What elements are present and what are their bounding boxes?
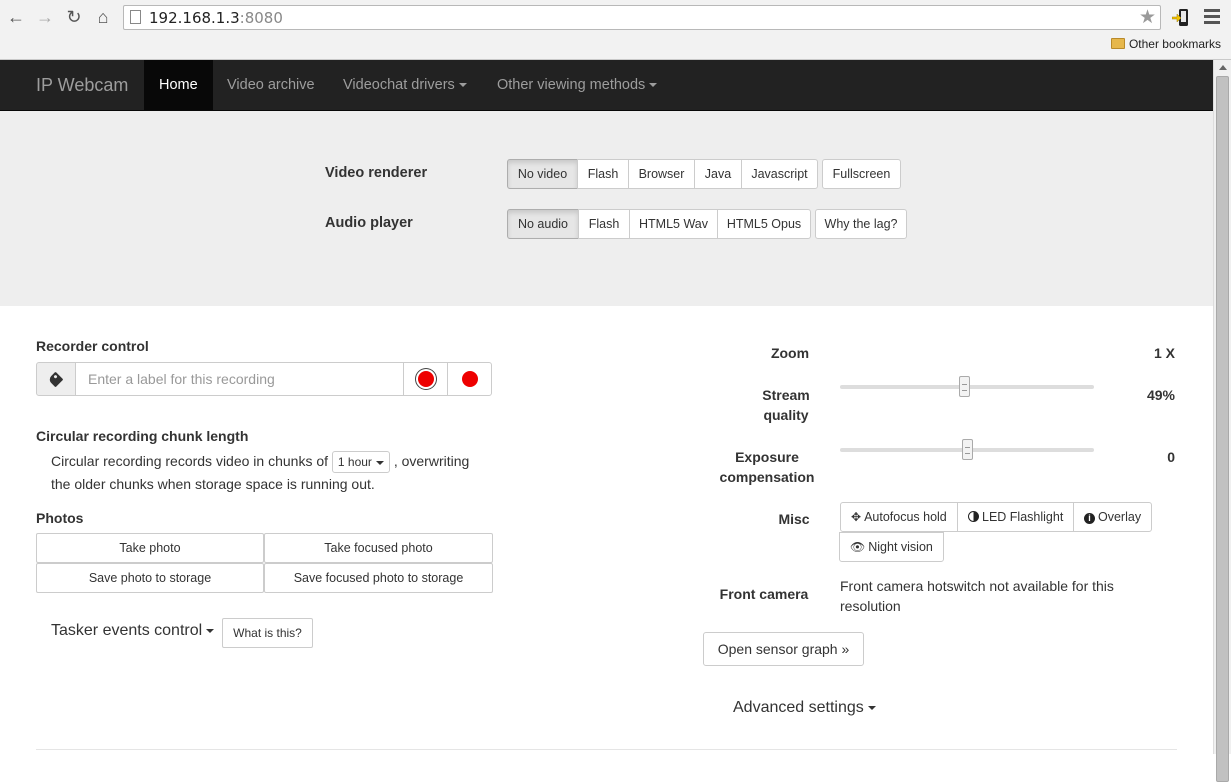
audio-no-audio[interactable]: No audio [507,209,579,239]
overlay-button[interactable]: i Overlay [1073,502,1152,532]
nav-videochat-drivers[interactable]: Videochat drivers [328,60,482,110]
renderer-browser[interactable]: Browser [628,159,695,189]
scroll-thumb[interactable] [1216,76,1229,782]
tasker-events-dropdown[interactable]: Tasker events control [51,622,215,640]
stream-quality-handle[interactable] [958,376,970,397]
brand[interactable]: IP Webcam [36,75,128,96]
why-lag-button[interactable]: Why the lag? [815,209,907,239]
exposure-handle[interactable] [961,439,973,460]
browser-menu-icon[interactable] [1204,9,1220,27]
record-dot-icon [462,371,478,387]
video-renderer-label: Video renderer [325,165,428,181]
folder-icon [1110,38,1125,49]
bookmark-star-icon[interactable]: ★ [1139,6,1156,29]
exposure-value: 0 [1167,449,1175,465]
recording-label-addon [36,362,76,396]
caret-down-icon [867,705,876,710]
address-bar[interactable]: 192.168.1.3:8080 ★ [123,5,1161,30]
browser-toolbar: ← → ↻ ⌂ 192.168.1.3:8080 ★ Other bookmar… [0,0,1231,60]
caret-down-icon [458,83,467,88]
top-navbar: IP Webcam Home Video archive Videochat d… [0,60,1213,111]
crosshair-icon: ✥ [851,510,862,524]
advanced-settings-toggle[interactable]: Advanced settings [733,699,876,717]
scroll-up-icon[interactable] [1219,65,1227,70]
back-icon[interactable]: ← [5,6,27,28]
record-icon [418,371,434,387]
exposure-label: Exposure compensation [719,449,815,485]
fullscreen-button[interactable]: Fullscreen [822,159,901,189]
renderer-java[interactable]: Java [694,159,742,189]
autofocus-hold-button[interactable]: ✥ Autofocus hold [840,502,958,532]
reload-icon[interactable]: ↻ [63,6,85,28]
chunk-length-select[interactable]: 1 hour [331,451,390,474]
tasker-what-button[interactable]: What is this? [222,618,313,648]
footer-divider [36,749,1177,750]
recording-label-input[interactable] [75,362,404,396]
led-flashlight-button[interactable]: LED Flashlight [957,502,1075,532]
front-camera-message: Front camera hotswitch not available for… [840,578,1114,614]
renderer-flash[interactable]: Flash [577,159,629,189]
page-scrollbar[interactable] [1213,60,1231,782]
save-focused-photo-button[interactable]: Save focused photo to storage [264,563,493,593]
home-icon[interactable]: ⌂ [92,6,114,28]
adjust-icon [968,511,979,522]
front-camera-label: Front camera [719,586,809,602]
nav-other-viewing-methods[interactable]: Other viewing methods [482,60,672,110]
caret-down-icon [649,83,658,88]
record-button[interactable] [403,362,448,396]
caret-down-icon [206,628,215,633]
audio-html5-opus[interactable]: HTML5 Opus [717,209,811,239]
night-vision-button[interactable]: 👁 Night vision [839,532,944,562]
nav-video-archive[interactable]: Video archive [212,60,330,110]
other-bookmarks[interactable]: Other bookmarks [1110,37,1221,51]
page-icon [130,10,141,24]
circular-recording-title: Circular recording chunk length [36,428,249,444]
url-text[interactable]: 192.168.1.3:8080 [149,9,283,27]
stream-quality-slider[interactable] [840,376,1094,397]
audio-player-label: Audio player [325,215,413,231]
audio-flash[interactable]: Flash [578,209,630,239]
zoom-label: Zoom [770,345,810,361]
tag-icon [47,371,64,388]
exposure-slider[interactable] [840,439,1094,460]
zoom-value: 1 X [1153,345,1175,361]
record-circular-button[interactable] [447,362,492,396]
recorder-control-title: Recorder control [36,338,149,354]
eye-icon: 👁 [850,540,866,554]
circular-recording-description: Circular recording records video in chun… [51,451,470,493]
renderer-javascript[interactable]: Javascript [741,159,818,189]
extension-icon[interactable] [1172,8,1190,28]
photos-title: Photos [36,510,84,526]
info-icon: i [1084,513,1095,524]
forward-icon[interactable]: → [34,6,56,28]
open-sensor-graph-button[interactable]: Open sensor graph » [703,632,864,666]
caret-down-icon [375,461,384,466]
audio-html5-wav[interactable]: HTML5 Wav [629,209,718,239]
renderer-no-video[interactable]: No video [507,159,578,189]
save-photo-button[interactable]: Save photo to storage [36,563,264,593]
stream-quality-label: Stream quality [762,387,810,423]
take-photo-button[interactable]: Take photo [36,533,264,563]
take-focused-photo-button[interactable]: Take focused photo [264,533,493,563]
misc-label: Misc [778,511,810,527]
stream-quality-value: 49% [1146,387,1175,403]
nav-home[interactable]: Home [144,60,213,110]
